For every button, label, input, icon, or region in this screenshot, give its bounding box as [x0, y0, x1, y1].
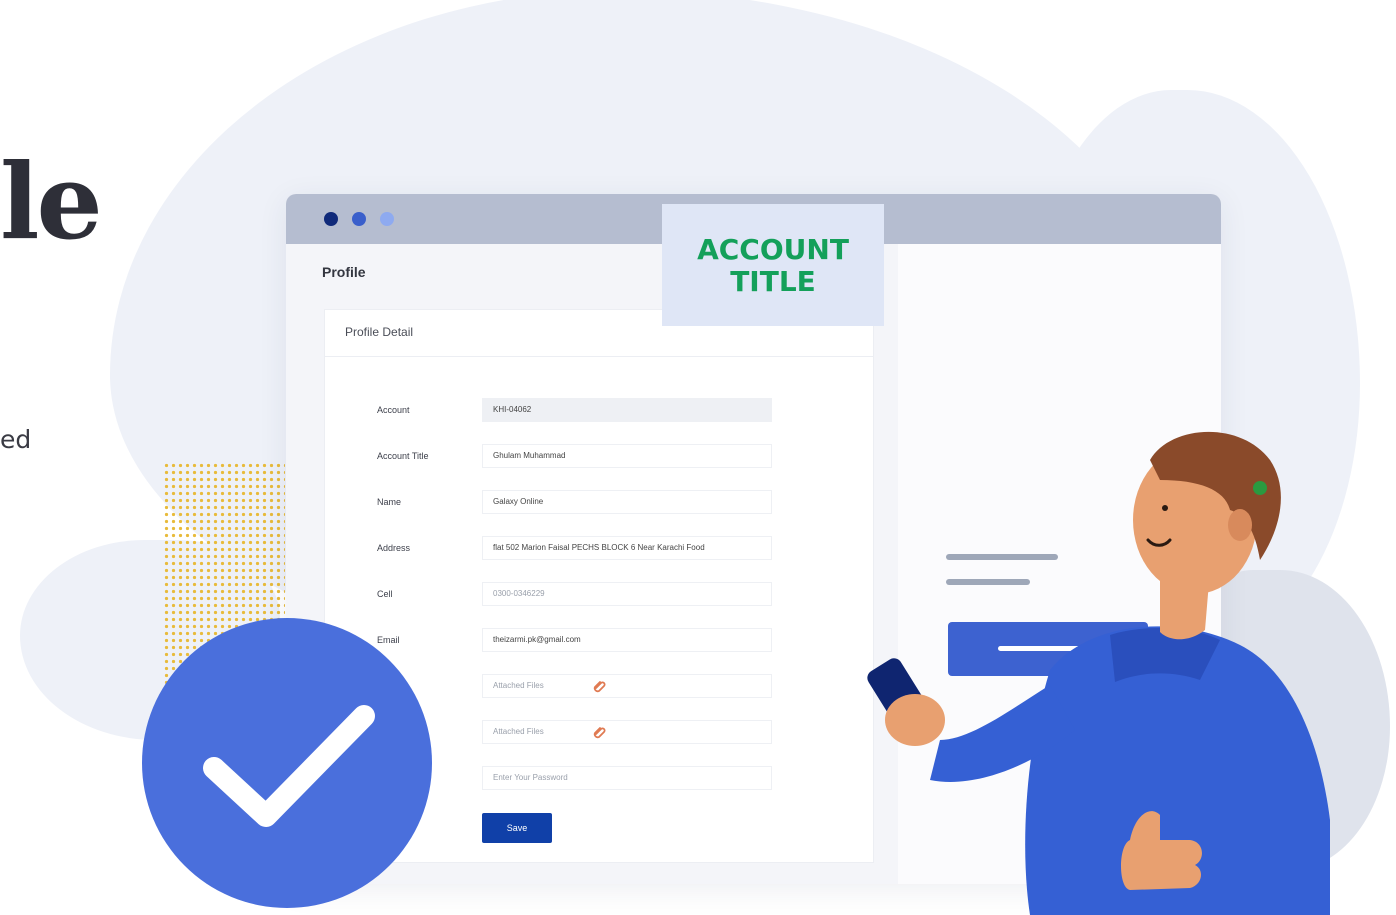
- attached-files-placeholder: Attached Files: [493, 681, 544, 690]
- window-dot-icon: [352, 212, 366, 226]
- password-field[interactable]: Enter Your Password: [482, 766, 772, 790]
- name-field[interactable]: Galaxy Online: [482, 490, 772, 514]
- email-field[interactable]: theizarmi.pk@gmail.com: [482, 628, 772, 652]
- checkmark-icon: [203, 705, 375, 827]
- page-title: Profile: [322, 264, 366, 280]
- attached-files-field[interactable]: Attached Files: [482, 674, 772, 698]
- hero-subtext: ed: [0, 425, 32, 454]
- save-button[interactable]: Save: [482, 813, 552, 843]
- account-field: KHI-04062: [482, 398, 772, 422]
- cell-label: Cell: [377, 589, 393, 599]
- account-title-label: Account Title: [377, 451, 429, 461]
- address-label: Address: [377, 543, 411, 553]
- account-title-heading: ACCOUNT TITLE: [662, 234, 884, 298]
- attached-files-placeholder: Attached Files: [493, 727, 544, 736]
- hero-headline: le: [0, 140, 103, 263]
- account-title-card: ACCOUNT TITLE: [662, 204, 884, 326]
- attached-files-field[interactable]: Attached Files: [482, 720, 772, 744]
- account-label: Account: [377, 405, 410, 415]
- window-dot-icon: [380, 212, 394, 226]
- name-label: Name: [377, 497, 402, 507]
- cell-field[interactable]: 0300-0346229: [482, 582, 772, 606]
- paperclip-icon[interactable]: [593, 725, 607, 739]
- account-title-line1: ACCOUNT: [697, 233, 849, 266]
- success-badge: [142, 618, 432, 908]
- address-field[interactable]: flat 502 Marion Faisal PECHS BLOCK 6 Nea…: [482, 536, 772, 560]
- window-dot-icon: [324, 212, 338, 226]
- paperclip-icon[interactable]: [593, 679, 607, 693]
- account-title-field[interactable]: Ghulam Muhammad: [482, 444, 772, 468]
- account-title-line2: TITLE: [730, 265, 816, 298]
- card-title: Profile Detail: [345, 325, 414, 339]
- person-illustration: [867, 431, 1330, 915]
